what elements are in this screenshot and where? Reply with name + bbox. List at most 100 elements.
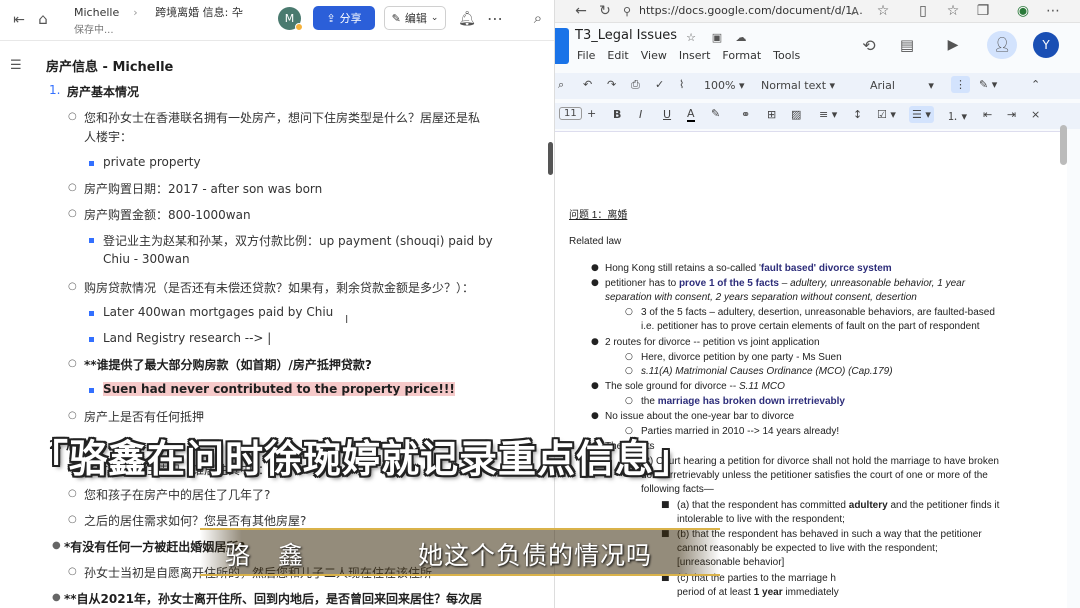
list-item[interactable]: 您和孙女士在香港联名拥有一处房产，想问下住房类型是什么？居屋还是私	[84, 109, 480, 126]
list-bullet	[89, 311, 94, 316]
paint-format-icon[interactable]: ⌇	[679, 78, 684, 91]
style-select[interactable]: Normal text ▾	[761, 79, 835, 92]
bold-icon[interactable]: B	[613, 108, 621, 121]
list-item[interactable]: private property	[103, 155, 201, 169]
line-spacing-icon[interactable]: ↕	[853, 108, 862, 121]
breadcrumb-doc[interactable]: 跨境离婚 信息: 卆	[155, 6, 243, 19]
menu-edit[interactable]: Edit	[607, 49, 628, 62]
share-people-icon[interactable]: 👤︎	[987, 31, 1017, 59]
history-icon[interactable]: ⟲	[859, 35, 879, 55]
redo-icon[interactable]: ↷	[607, 78, 616, 91]
list-item[interactable]: 人楼宇：	[84, 128, 132, 145]
address-bar[interactable]: ← ↻ ⚲ https://docs.google.com/document/d…	[555, 0, 1080, 23]
list-item[interactable]: Land Registry research --> |	[103, 331, 271, 345]
breadcrumb[interactable]: Michelle › 跨境离婚 信息: 卆	[74, 4, 257, 20]
star-icon[interactable]: ☆	[683, 29, 699, 45]
list-item[interactable]: **自从2021年，孙女士离开住所、回到内地后，是否曾回来回来居住？每次居	[64, 590, 482, 607]
search-icon[interactable]: ⌕	[558, 78, 564, 92]
url-text[interactable]: https://docs.google.com/document/d/1...	[639, 4, 863, 17]
list-item[interactable]: 房产购置日期：2017 - after son was born	[84, 180, 322, 197]
font-size-input[interactable]: 11	[559, 107, 582, 120]
subtitle-text: 她这个负债的情况吗	[418, 541, 653, 570]
meet-icon[interactable]: ▶	[939, 35, 967, 55]
font-select[interactable]: Arial ▾	[870, 79, 934, 92]
list-item[interactable]: 登记业主为赵某和孙某，双方付款比例：up payment (shouqi) pa…	[103, 232, 493, 249]
list-bullet: ●	[591, 411, 599, 421]
spellcheck-icon[interactable]: ✓	[655, 78, 664, 91]
scrollbar[interactable]	[548, 142, 553, 175]
docs-logo-icon[interactable]	[555, 28, 569, 64]
menu-tools[interactable]: Tools	[773, 49, 800, 62]
menu-insert[interactable]: Insert	[679, 49, 711, 62]
home-icon[interactable]: ⌂	[34, 10, 52, 28]
sidebar-toggle-icon[interactable]: ⇤	[10, 11, 28, 29]
decrease-indent-icon[interactable]: ⇤	[983, 108, 992, 121]
increase-indent-icon[interactable]: ⇥	[1007, 108, 1016, 121]
align-icon[interactable]: ≡ ▾	[819, 108, 837, 121]
print-icon[interactable]: ⎙	[631, 78, 640, 92]
breadcrumb-owner[interactable]: Michelle	[74, 6, 119, 19]
favorites-icon[interactable]: ☆	[945, 3, 961, 19]
doc-title[interactable]: T3_Legal Issues	[575, 28, 677, 43]
comment-icon[interactable]: ▤	[897, 35, 917, 55]
list-item[interactable]: 您和孩子在房产中的居住了几年了?	[84, 486, 270, 503]
split-screen-icon[interactable]: ▯	[915, 3, 931, 19]
underline-icon[interactable]: U	[663, 108, 671, 121]
menu-bar: File Edit View Insert Format Tools	[577, 49, 812, 62]
doc-heading: 问题 1：离婚	[569, 210, 628, 221]
more-options-icon[interactable]: ⋮	[951, 76, 970, 93]
avatar[interactable]: M	[278, 7, 303, 31]
back-icon[interactable]: ←	[573, 3, 589, 19]
site-info-icon[interactable]: ⚲	[619, 3, 635, 19]
doc-scrollbar[interactable]	[1060, 125, 1067, 165]
more-icon[interactable]: ⋯	[486, 9, 504, 28]
move-folder-icon[interactable]: ▣	[709, 29, 725, 45]
text-color-icon[interactable]: A	[687, 107, 695, 122]
collapse-icon[interactable]: ⌃	[1031, 78, 1040, 91]
chevron-down-icon: ⌄	[430, 13, 439, 23]
numbered-list-icon[interactable]: ⒈ ▾	[947, 108, 967, 124]
list-bullet: ○	[68, 488, 77, 499]
list-item[interactable]: **谁提供了最大部分购房款（如首期）/房产抵押贷款?	[84, 356, 372, 373]
increase-font-icon[interactable]: +	[587, 107, 596, 120]
highlighted-item[interactable]: Suen had never contributed to the proper…	[103, 382, 455, 396]
clear-format-icon[interactable]: ⨯	[1031, 108, 1040, 121]
link-icon[interactable]: ⚭	[741, 108, 750, 121]
list-item[interactable]: 之后的居住需求如何？您是否有其他房屋?	[84, 512, 306, 529]
undo-icon[interactable]: ↶	[583, 78, 592, 91]
edit-button[interactable]: ✎ 编辑 ⌄	[384, 6, 446, 30]
menu-format[interactable]: Format	[722, 49, 761, 62]
read-aloud-icon[interactable]: A	[847, 3, 863, 19]
star-icon[interactable]: ☆	[875, 3, 891, 19]
italic-icon[interactable]: I	[639, 108, 642, 121]
add-comment-icon[interactable]: ⊞	[767, 108, 776, 121]
extension-icon[interactable]: ◉	[1015, 3, 1031, 19]
list-item[interactable]: Chiu - 300wan	[103, 252, 190, 266]
search-icon[interactable]: ⌕	[529, 9, 547, 27]
list-bullet: ○	[625, 352, 633, 362]
more-icon[interactable]: ⋯	[1045, 3, 1061, 19]
bulleted-list-icon[interactable]: ☰ ▾	[909, 106, 934, 123]
list-item[interactable]: 房产购置金额：800-1000wan	[84, 206, 251, 223]
outline-menu-icon[interactable]: ☰	[10, 58, 22, 73]
list-item: The sole ground for divorce -- S.11 MCO	[605, 381, 785, 392]
refresh-icon[interactable]: ↻	[597, 3, 613, 19]
zoom-select[interactable]: 100% ▾	[704, 79, 744, 92]
edit-mode-icon[interactable]: ✎ ▾	[979, 78, 997, 91]
share-button[interactable]: ⇪ 分享	[313, 6, 375, 30]
bell-icon[interactable]: 🔔︎	[458, 10, 476, 28]
highlight-icon[interactable]: ✎	[711, 107, 720, 120]
menu-view[interactable]: View	[641, 49, 667, 62]
list-item: 3 of the 5 facts – adultery, desertion, …	[641, 307, 995, 318]
list-item[interactable]: 购房贷款情况（是否还有未偿还贷款？如果有，剩余贷款金额是多少？）：	[84, 279, 474, 296]
collections-icon[interactable]: ❐	[975, 3, 991, 19]
avatar[interactable]: Y	[1033, 32, 1059, 58]
list-bullet	[89, 161, 94, 166]
menu-file[interactable]: File	[577, 49, 595, 62]
checklist-icon[interactable]: ☑ ▾	[877, 108, 896, 121]
image-icon[interactable]: ▨	[791, 108, 801, 121]
list-item[interactable]: 房产上是否有任何抵押	[84, 408, 204, 425]
list-item[interactable]: Later 400wan mortgages paid by Chiu	[103, 305, 333, 319]
cloud-icon[interactable]: ☁	[733, 29, 749, 45]
list-item: Hong Kong still retains a so-called 'fau…	[605, 263, 892, 274]
